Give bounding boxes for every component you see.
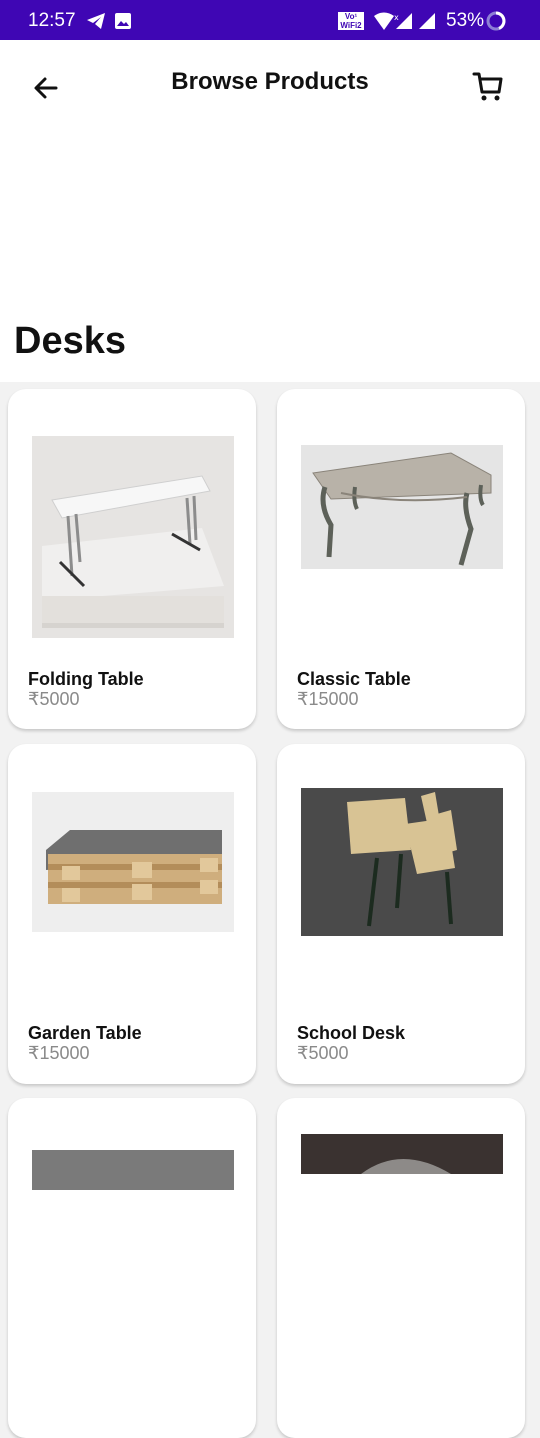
product-card-school-desk[interactable]: School Desk ₹5000 (277, 744, 525, 1084)
product-price: ₹5000 (297, 1043, 349, 1063)
product-card-5[interactable] (8, 1098, 256, 1438)
telegram-icon (87, 13, 105, 29)
battery-icon (486, 11, 506, 31)
product-name: Folding Table (28, 669, 144, 689)
signal-icon-1 (396, 13, 412, 29)
cart-icon[interactable] (470, 68, 506, 104)
product-card-folding-table[interactable]: Folding Table ₹5000 (8, 389, 256, 729)
product-image (301, 445, 503, 569)
status-time: 12:57 (28, 10, 76, 31)
page-title: Browse Products (171, 68, 369, 95)
signal-icon-2 (419, 13, 435, 29)
vowifi-icon: Vo¹ WiFi2 (338, 12, 364, 30)
product-name: School Desk (297, 1023, 406, 1043)
product-price: ₹5000 (28, 689, 80, 709)
product-image (32, 792, 234, 932)
product-name: Garden Table (28, 1023, 142, 1043)
section-title: Desks (14, 320, 126, 362)
product-image (301, 1134, 503, 1174)
product-card-6[interactable] (277, 1098, 525, 1438)
status-bar: 12:57 Vo¹ WiFi2 x 53% (0, 0, 540, 40)
product-image (32, 1150, 234, 1190)
app-bar: Browse Products (0, 40, 540, 124)
product-image (32, 436, 234, 638)
gallery-icon (115, 13, 131, 29)
product-image (301, 788, 503, 936)
product-name: Classic Table (297, 669, 411, 689)
battery-percent: 53% (446, 10, 485, 31)
product-card-classic-table[interactable]: Classic Table ₹15000 (277, 389, 525, 729)
product-card-garden-table[interactable]: Garden Table ₹15000 (8, 744, 256, 1084)
product-price: ₹15000 (28, 1043, 90, 1063)
product-price: ₹15000 (297, 689, 359, 709)
